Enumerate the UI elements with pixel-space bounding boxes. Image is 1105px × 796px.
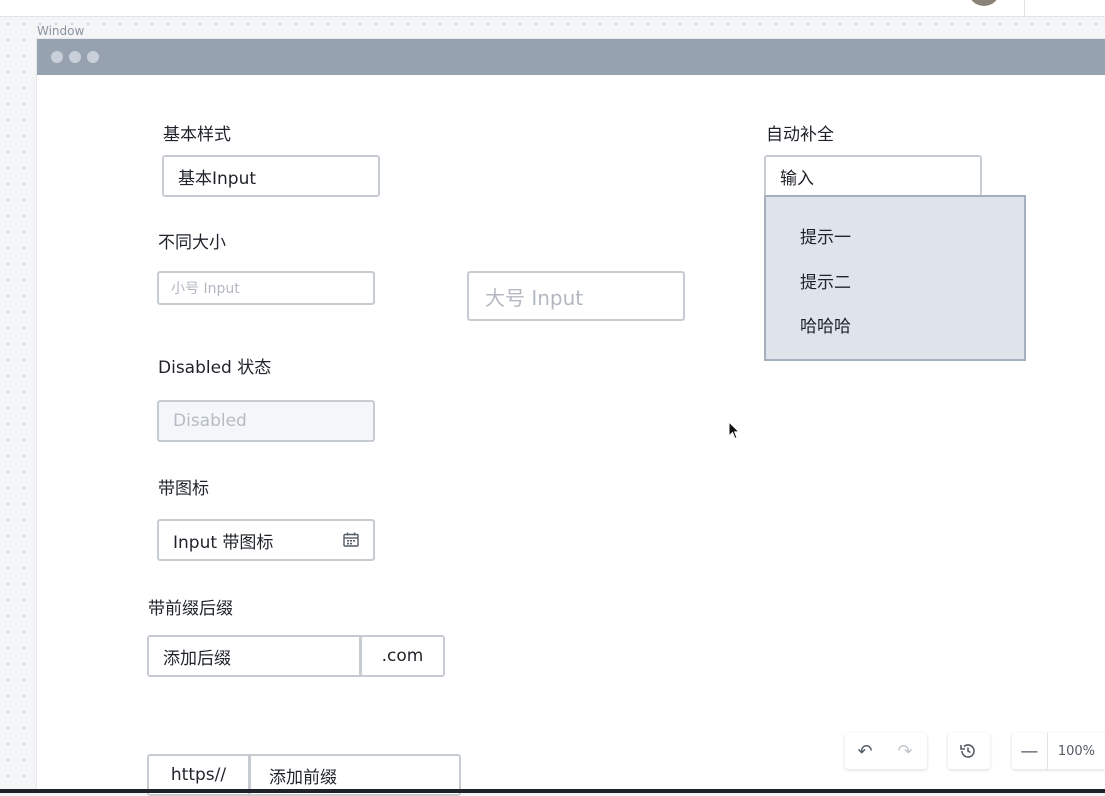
icon-input-value: Input 带图标 — [173, 532, 274, 553]
calendar-icon[interactable] — [343, 532, 359, 547]
prefix-input-value: 添加前缀 — [269, 767, 337, 788]
suffix-addon: .com — [360, 635, 445, 677]
autocomplete-option[interactable]: 哈哈哈 — [800, 312, 851, 337]
basic-style-label: 基本样式 — [163, 125, 231, 145]
small-input[interactable]: 小号 Input — [157, 271, 375, 305]
window-label: Window — [37, 24, 85, 38]
suffix-addon-text: .com — [381, 646, 424, 666]
top-bar — [0, 0, 1105, 17]
undo-redo-toolbar: ↶ ↷ — [845, 733, 927, 769]
affix-label: 带前缀后缀 — [148, 599, 233, 619]
zoom-out-icon[interactable]: — — [1012, 733, 1047, 769]
history-icon[interactable] — [948, 733, 988, 769]
screen-bottom-edge — [0, 789, 1105, 793]
disabled-label: Disabled 状态 — [158, 358, 272, 378]
window-dot-minimize[interactable] — [69, 51, 81, 63]
top-bar-divider — [1024, 0, 1025, 16]
small-input-placeholder: 小号 Input — [171, 281, 240, 297]
window-frame: 基本样式 基本Input 不同大小 小号 Input 大号 Input Disa… — [37, 39, 1105, 796]
redo-icon[interactable]: ↷ — [885, 733, 925, 769]
zoom-level[interactable]: 100% — [1046, 733, 1105, 769]
basic-input[interactable]: 基本Input — [162, 155, 380, 197]
window-dot-maximize[interactable] — [87, 51, 99, 63]
mouse-cursor-icon — [728, 421, 740, 440]
window-dot-close[interactable] — [51, 51, 63, 63]
basic-input-value: 基本Input — [178, 168, 257, 189]
icon-input[interactable]: Input 带图标 — [157, 519, 375, 561]
zoom-toolbar: — 100% — [1012, 733, 1105, 769]
prefix-addon-text: https// — [170, 765, 227, 785]
window-titlebar[interactable] — [37, 39, 1105, 75]
autocomplete-option[interactable]: 提示二 — [800, 268, 851, 293]
large-input[interactable]: 大号 Input — [467, 271, 685, 321]
autocomplete-label: 自动补全 — [766, 125, 834, 145]
disabled-input-value: Disabled — [173, 411, 247, 431]
sizes-label: 不同大小 — [158, 233, 226, 253]
large-input-placeholder: 大号 Input — [485, 285, 584, 310]
suffix-input[interactable]: 添加后缀 — [147, 635, 361, 677]
autocomplete-input-value: 输入 — [780, 168, 814, 189]
history-toolbar — [948, 733, 990, 769]
suffix-input-value: 添加后缀 — [163, 648, 231, 669]
autocomplete-option[interactable]: 提示一 — [800, 223, 851, 248]
autocomplete-dropdown: 提示一 提示二 哈哈哈 — [764, 195, 1026, 361]
autocomplete-input[interactable]: 输入 — [764, 155, 982, 197]
icon-input-label: 带图标 — [158, 479, 209, 499]
avatar[interactable] — [968, 0, 1000, 6]
disabled-input: Disabled — [157, 400, 375, 442]
undo-icon[interactable]: ↶ — [845, 733, 885, 769]
